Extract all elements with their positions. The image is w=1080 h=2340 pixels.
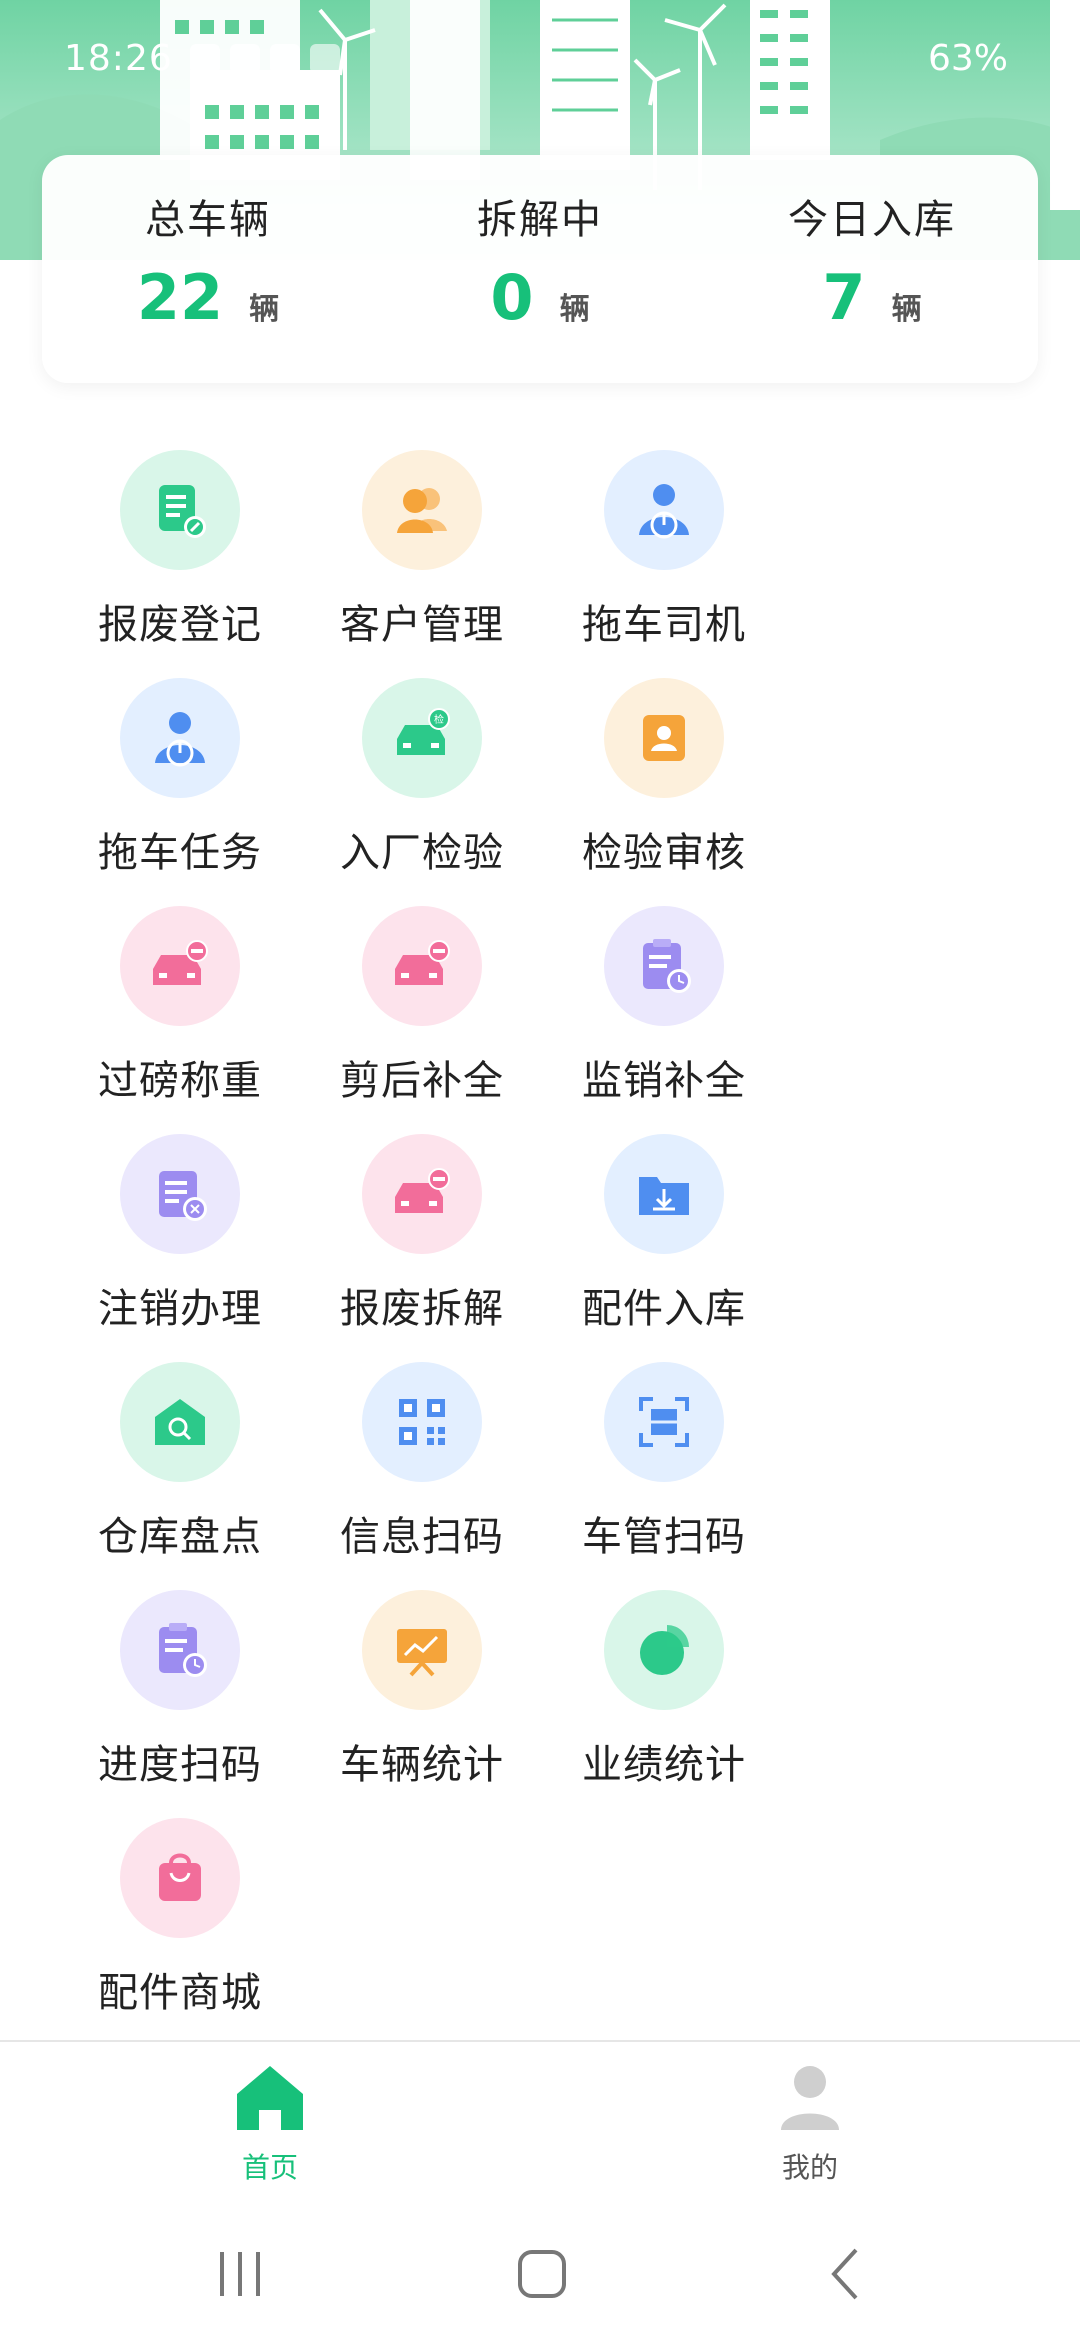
warehouse-search-icon xyxy=(120,1362,240,1482)
grid-tile-label: 拖车司机 xyxy=(582,602,746,648)
stat-label: 拆解中 xyxy=(477,197,603,243)
grid-tile-label: 监销补全 xyxy=(582,1058,746,1104)
stat-label: 今日入库 xyxy=(788,197,956,243)
grid-row: 仓库盘点 信息扫码 车管扫码 xyxy=(0,1362,1080,1590)
stat-value: 22 xyxy=(136,261,224,334)
shopping-bag-icon xyxy=(120,1818,240,1938)
qr-code-icon xyxy=(362,1362,482,1482)
nav-home-label: 首页 xyxy=(241,2151,298,2184)
stat-today-stored: 今日入库 7 辆 xyxy=(706,155,1038,383)
driver-icon xyxy=(604,450,724,570)
grid-tile[interactable]: 监销补全 xyxy=(514,906,814,1134)
notification-icon xyxy=(230,44,260,74)
stat-total-vehicles: 总车辆 22 辆 xyxy=(42,155,374,383)
grid-tile-label: 配件入库 xyxy=(582,1286,746,1332)
grid-tile[interactable]: 配件商城 xyxy=(30,1818,330,2046)
car-minus-icon xyxy=(362,906,482,1026)
person-icon xyxy=(781,2066,839,2130)
grid-tile[interactable]: 拖车司机 xyxy=(514,450,814,678)
notification-icon xyxy=(310,44,340,74)
grid-tile[interactable]: 检验审核 xyxy=(514,678,814,906)
stat-unit: 辆 xyxy=(249,292,280,327)
grid-tile-label: 业绩统计 xyxy=(582,1742,746,1788)
function-grid: 报废登记 客户管理 拖车司机 拖车任务检入厂检验 检验审核 过磅称重 剪后补全 监销补全 注销办… xyxy=(0,450,1080,2046)
scan-frame-icon xyxy=(604,1362,724,1482)
grid-row: 注销办理 报废拆解 配件入库 xyxy=(0,1134,1080,1362)
contact-card-icon xyxy=(604,678,724,798)
car-inspect-icon: 检 xyxy=(362,678,482,798)
status-bar: 18:26 63% xyxy=(0,0,1080,120)
stat-dismantling: 拆解中 0 辆 xyxy=(374,155,706,383)
stat-value: 7 xyxy=(822,261,866,334)
bottom-nav: 首页 我的 xyxy=(0,2042,1080,2212)
grid-row: 配件商城 xyxy=(0,1818,1080,2046)
grid-tile-label: 车管扫码 xyxy=(582,1514,746,1560)
stat-unit: 辆 xyxy=(891,292,922,327)
stat-label: 总车辆 xyxy=(145,197,271,243)
nav-mine[interactable]: 我的 xyxy=(710,2060,910,2186)
grid-tile[interactable]: 车管扫码 xyxy=(514,1362,814,1590)
grid-row: 进度扫码 车辆统计 业绩统计 xyxy=(0,1590,1080,1818)
grid-tile-label: 检验审核 xyxy=(582,830,746,876)
grid-row: 报废登记 客户管理 拖车司机 xyxy=(0,450,1080,678)
driver-task-icon xyxy=(120,678,240,798)
grid-row: 拖车任务检入厂检验 检验审核 xyxy=(0,678,1080,906)
svg-text:检: 检 xyxy=(434,713,444,726)
pie-chart-icon xyxy=(604,1590,724,1710)
home-button-icon[interactable] xyxy=(512,2244,572,2304)
notification-icon xyxy=(190,44,220,74)
system-navigation-bar xyxy=(0,2212,1080,2340)
status-time: 18:26 xyxy=(64,38,173,79)
stat-value: 0 xyxy=(490,261,534,334)
grid-tile[interactable]: 配件入库 xyxy=(514,1134,814,1362)
clipboard-clock-icon xyxy=(604,906,724,1026)
car-minus-icon xyxy=(120,906,240,1026)
stat-unit: 辆 xyxy=(559,292,590,327)
grid-tile-label: 配件商城 xyxy=(98,1970,262,2016)
nav-home[interactable]: 首页 xyxy=(170,2060,370,2186)
customers-icon xyxy=(362,450,482,570)
battery-level: 63% xyxy=(927,38,1008,79)
progress-clipboard-icon xyxy=(120,1590,240,1710)
folder-download-icon xyxy=(604,1134,724,1254)
doc-cancel-icon xyxy=(120,1134,240,1254)
recent-apps-icon[interactable] xyxy=(210,2244,270,2304)
car-minus-icon xyxy=(362,1134,482,1254)
home-icon xyxy=(237,2066,303,2130)
presentation-chart-icon xyxy=(362,1590,482,1710)
back-icon[interactable] xyxy=(816,2244,876,2304)
scrap-register-icon xyxy=(120,450,240,570)
nav-mine-label: 我的 xyxy=(781,2151,838,2184)
notification-icon xyxy=(270,44,300,74)
stats-card: 总车辆 22 辆 拆解中 0 辆 今日入库 7 辆 xyxy=(42,155,1038,383)
grid-tile[interactable]: 业绩统计 xyxy=(514,1590,814,1818)
grid-row: 过磅称重 剪后补全 监销补全 xyxy=(0,906,1080,1134)
